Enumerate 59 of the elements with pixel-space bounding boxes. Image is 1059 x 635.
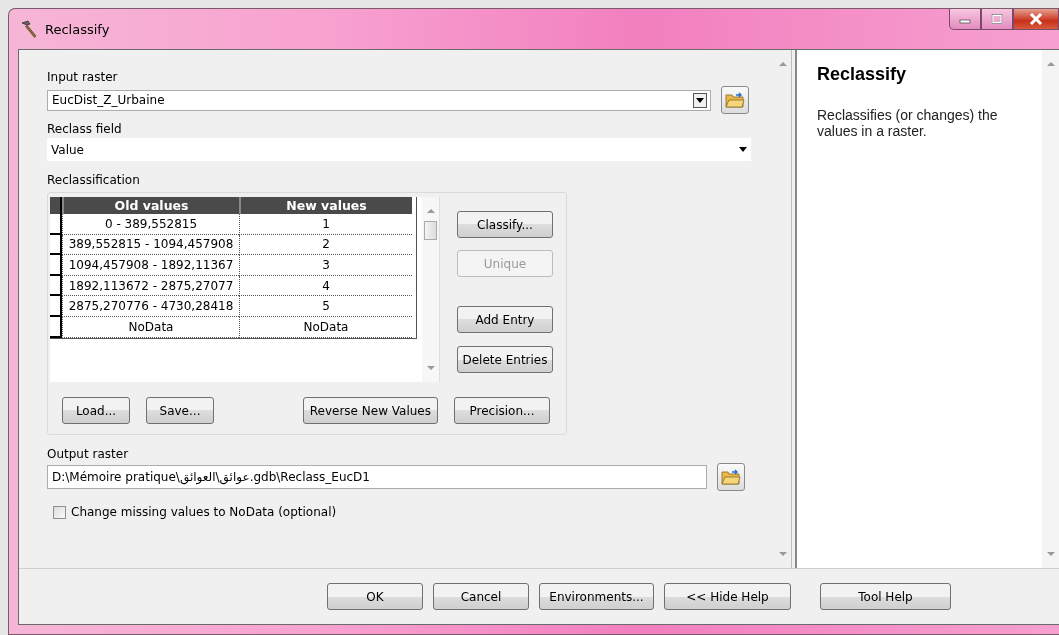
field-label: Output raster <box>47 447 130 461</box>
table-cell[interactable]: 1892,113672 - 2875,27077 <box>62 275 239 297</box>
button[interactable]: Precision... <box>454 397 550 424</box>
input-raster-dropdown[interactable]: EucDist_Z_Urbaine <box>47 89 711 111</box>
scrollbar[interactable] <box>1042 50 1059 568</box>
table-cell[interactable]: 4 <box>239 275 412 297</box>
button[interactable]: Save... <box>146 397 214 424</box>
column-header[interactable]: Old values <box>62 197 239 214</box>
close-icon <box>1029 13 1043 25</box>
field-label: Input raster <box>47 70 119 84</box>
maximize-icon <box>991 14 1003 24</box>
table-cell[interactable]: 1094,457908 - 1892,11367 <box>62 255 239 276</box>
help-title: Reclassify <box>817 64 908 85</box>
close-button[interactable] <box>1013 9 1059 30</box>
button[interactable]: Cancel <box>433 583 529 610</box>
row-selector[interactable] <box>50 275 62 297</box>
window-title: Reclassify <box>45 21 110 37</box>
row-selector[interactable] <box>50 316 62 338</box>
button[interactable]: Add Entry <box>457 306 553 333</box>
checkbox-label[interactable]: Change missing values to NoData (optional) <box>71 505 337 519</box>
help-description: Reclassifies (or changes) the values in a raster. <box>817 107 999 139</box>
folder-icon <box>725 91 745 109</box>
table-cell[interactable]: 2 <box>239 234 412 256</box>
button[interactable]: Reverse New Values <box>302 397 438 424</box>
field-label: Reclassification <box>47 173 141 187</box>
reclass-field-dropdown[interactable]: Value <box>47 138 751 161</box>
header-corner <box>50 197 62 214</box>
table-cell[interactable]: 2875,270776 - 4730,28418 <box>62 296 239 317</box>
button[interactable]: Load... <box>62 397 130 424</box>
minimize-button[interactable] <box>949 9 981 30</box>
button[interactable]: << Hide Help <box>664 583 791 610</box>
button[interactable]: Classify... <box>457 211 553 238</box>
row-selector[interactable] <box>50 234 62 256</box>
table-cell[interactable]: 389,552815 - 1094,457908 <box>62 234 239 256</box>
caret-icon <box>696 97 704 103</box>
button[interactable]: Tool Help <box>820 583 951 610</box>
table-cell[interactable]: NoData <box>239 316 412 338</box>
table-cell[interactable]: 0 - 389,552815 <box>62 214 239 235</box>
button[interactable]: Environments... <box>539 583 654 610</box>
scrollbar[interactable] <box>422 197 439 382</box>
field-label: Reclass field <box>47 122 123 136</box>
table-cell[interactable]: 3 <box>239 255 412 276</box>
button[interactable]: OK <box>327 583 423 610</box>
row-selector[interactable] <box>50 255 62 276</box>
table-cell[interactable]: NoData <box>62 316 239 338</box>
table-cell[interactable]: 1 <box>239 214 412 235</box>
checkbox[interactable] <box>53 505 66 519</box>
browse-button[interactable] <box>721 86 749 114</box>
button[interactable]: Delete Entries <box>457 346 553 373</box>
browse-button[interactable] <box>717 463 745 491</box>
row-selector[interactable] <box>50 296 62 317</box>
column-header[interactable]: New values <box>239 197 412 214</box>
row-selector[interactable] <box>50 214 62 235</box>
folder-icon <box>721 468 741 486</box>
output-raster-field[interactable]: D:\Mémoire pratique\عوائق\العوائق.gdb\Reclass_EucD1 <box>47 465 707 489</box>
hammer-icon <box>19 19 39 39</box>
table-cell[interactable]: 5 <box>239 296 412 317</box>
caret-icon <box>739 147 747 152</box>
maximize-button[interactable] <box>981 9 1013 30</box>
